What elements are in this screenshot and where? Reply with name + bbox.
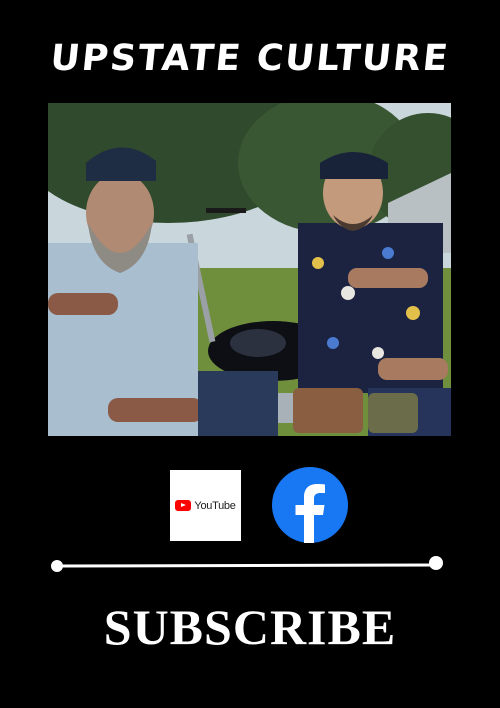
facebook-link[interactable] xyxy=(272,467,348,543)
slider-start-knob xyxy=(51,560,63,572)
progress-slider[interactable] xyxy=(48,555,446,575)
youtube-label: YouTube xyxy=(194,499,236,512)
facebook-logo-icon xyxy=(272,467,348,543)
slider-end-knob xyxy=(429,556,443,570)
youtube-link[interactable]: YouTube xyxy=(170,470,241,541)
poster-title: UPSTATE CULTURE xyxy=(48,38,452,79)
hero-photo xyxy=(48,103,451,436)
youtube-logo-icon xyxy=(175,500,192,511)
subscribe-button[interactable]: SUBSCRIBE xyxy=(0,598,500,656)
